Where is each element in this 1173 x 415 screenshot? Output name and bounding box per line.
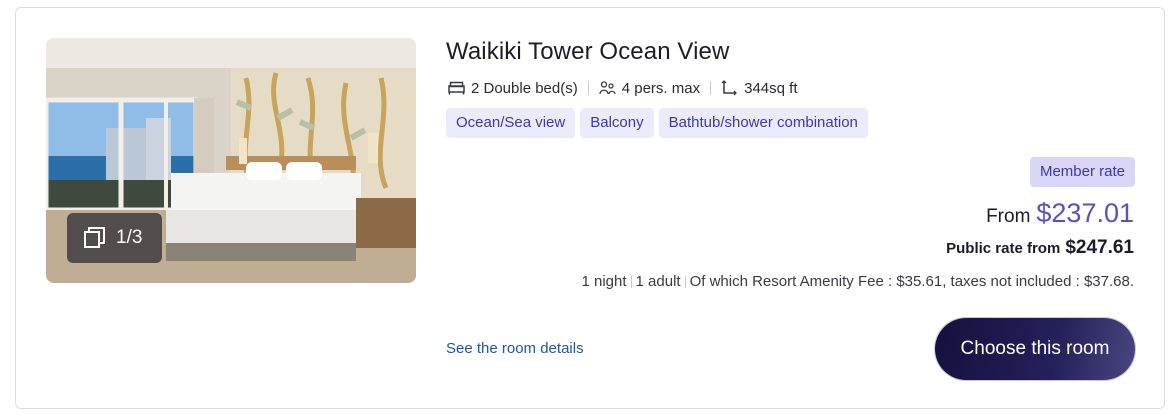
- stay-divider: [684, 275, 686, 288]
- spec-divider: [710, 81, 712, 95]
- gallery-icon: [84, 227, 105, 248]
- member-price-line: From $237.01: [986, 198, 1134, 229]
- room-specs: 2 Double bed(s) 4 pers. max 344sq ft: [448, 78, 797, 98]
- nights-text: 1 night: [581, 273, 627, 290]
- member-rate-badge: Member rate: [1029, 157, 1135, 187]
- from-label: From: [986, 206, 1031, 227]
- spec-divider: [587, 81, 589, 95]
- choose-room-button[interactable]: Choose this room: [935, 318, 1135, 380]
- adults-text: 1 adult: [635, 273, 681, 290]
- stay-divider: [630, 275, 632, 288]
- beds-spec: 2 Double bed(s): [471, 79, 578, 97]
- room-title: Waikiki Tower Ocean View: [446, 38, 730, 65]
- area-spec: 344sq ft: [744, 79, 798, 97]
- tag-balcony: Balcony: [580, 108, 654, 138]
- persons-spec: 4 pers. max: [621, 79, 701, 97]
- tag-bathtub: Bathtub/shower combination: [658, 108, 868, 138]
- public-price: $247.61: [1065, 237, 1134, 258]
- tag-ocean-view: Ocean/Sea view: [446, 108, 576, 138]
- room-tags: Ocean/Sea view Balcony Bathtub/shower co…: [446, 108, 868, 138]
- persons-icon: [599, 81, 616, 95]
- gallery-counter: 1/3: [116, 227, 143, 248]
- gallery-counter-badge[interactable]: 1/3: [67, 213, 162, 263]
- fees-note: Of which Resort Amenity Fee : $35.61, ta…: [689, 273, 1134, 290]
- public-rate-label: Public rate from: [946, 240, 1061, 257]
- area-icon: [721, 80, 738, 96]
- member-price: $237.01: [1036, 198, 1134, 228]
- bed-icon: [448, 81, 465, 95]
- room-details-link[interactable]: See the room details: [446, 340, 584, 357]
- public-price-line: Public rate from $247.61: [946, 237, 1134, 259]
- stay-info: 1 night 1 adult Of which Resort Amenity …: [581, 273, 1134, 290]
